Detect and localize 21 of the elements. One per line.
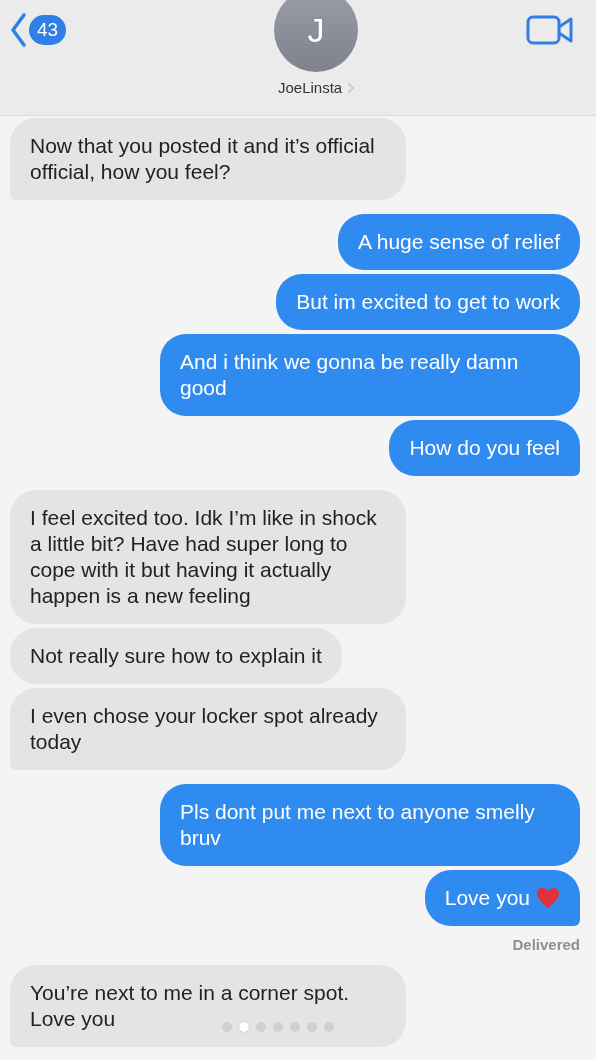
received-message: I even chose your locker spot already today bbox=[10, 688, 406, 770]
back-chevron-icon bbox=[10, 13, 26, 47]
chevron-icon bbox=[347, 81, 355, 94]
delivery-status: Delivered bbox=[511, 936, 580, 953]
video-camera-icon[interactable] bbox=[526, 15, 574, 45]
page-indicator[interactable] bbox=[222, 1022, 334, 1032]
contact-name-link[interactable]: JoeLinsta bbox=[277, 79, 355, 96]
received-message: You’re next to me in a corner spot. Love you bbox=[10, 965, 406, 1047]
sent-message: Pls dont put me next to anyone smelly bruv bbox=[160, 784, 580, 866]
received-message: Not really sure how to explain it bbox=[10, 628, 342, 684]
sent-message: And i think we gonna be really damn good bbox=[160, 334, 580, 416]
received-message: I feel excited too. Idk I’m like in shock a little bit? Have had super long to cope with it but having it actually happen is a new feeling bbox=[10, 490, 406, 624]
sent-message: Love you bbox=[424, 870, 580, 926]
received-message: Now that you posted it and it’s official official, how you feel? bbox=[10, 118, 406, 200]
back-button[interactable]: 43 bbox=[10, 13, 67, 47]
contact-avatar[interactable]: J bbox=[274, 0, 359, 72]
page-dot[interactable] bbox=[239, 1022, 249, 1032]
sent-message: How do you feel bbox=[389, 420, 580, 476]
unread-count-badge: 43 bbox=[29, 15, 67, 45]
sent-message: A huge sense of relief bbox=[338, 214, 580, 270]
sent-message: But im excited to get to work bbox=[276, 274, 580, 330]
